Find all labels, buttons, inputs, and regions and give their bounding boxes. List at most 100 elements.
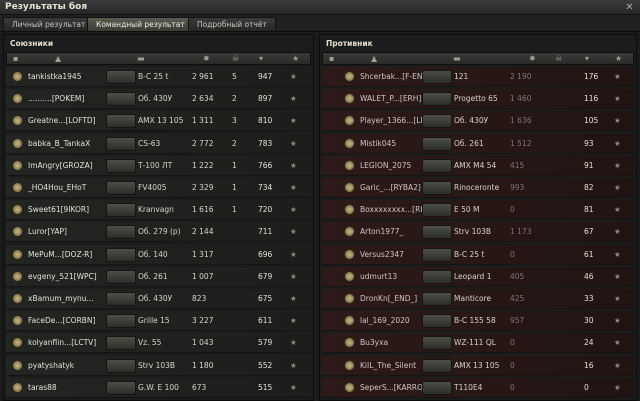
tank-name: В-С 25 t <box>138 72 169 81</box>
xp-value: 675 <box>258 294 273 303</box>
xp-sort-icon[interactable]: ▾ <box>259 54 263 63</box>
star-icon[interactable]: ★ <box>292 54 299 63</box>
tab-personal-result[interactable]: Личный результат <box>3 17 95 31</box>
enemies-row[interactable]: SeperS...[KARRO] T110E4 0 0 ★ <box>322 377 634 398</box>
enemies-row[interactable]: Bu3yxa WZ-111 QL 0 24 ★ <box>322 333 634 354</box>
xp-value: 105 <box>584 116 599 126</box>
player-name[interactable]: Bu3yxa <box>360 338 388 347</box>
allies-row[interactable]: xBamum_mynu... Об. 430У 823 675 ★ <box>6 289 311 309</box>
damage-value: 415 <box>510 160 525 170</box>
allies-row[interactable]: pyatyshatyk Strv 103B 1 180 552 ★ <box>6 355 311 376</box>
player-name[interactable]: MePuM...[DOZ-R] <box>28 250 92 259</box>
player-name[interactable]: Garic_...[RYBA2] <box>360 183 421 192</box>
allies-row[interactable]: kolyanflin...[LCTV] Vz. 55 1 043 579 ★ <box>6 333 311 354</box>
tank-thumbnail-icon <box>106 158 136 173</box>
player-name[interactable]: SeperS...[KARRO] <box>360 383 426 392</box>
kills-icon[interactable]: ☠ <box>555 54 562 63</box>
player-name[interactable]: WALET_P...[ERH] <box>360 94 421 103</box>
enemies-row[interactable]: KiIL_The_Silent AMX 13 105 0 16 ★ <box>322 355 634 376</box>
player-name[interactable]: lal_169_2020 <box>360 316 410 325</box>
star-icon: ★ <box>290 271 297 281</box>
star-icon: ★ <box>614 138 621 148</box>
tab-detailed-report[interactable]: Подробный отчёт <box>188 17 276 31</box>
allies-row[interactable]: babka_B_TankaX CS-63 2 772 2 783 ★ <box>6 133 311 154</box>
player-name[interactable]: FaceDe...[CORBN] <box>28 316 95 325</box>
enemies-row[interactable]: WALET_P...[ERH] Progetto 65 1 460 116 ★ <box>322 89 634 110</box>
tank-name: Grille 15 <box>138 316 170 326</box>
enemies-row[interactable]: Shcerbak...[F-EN] 121 2 190 176 ★ <box>322 67 634 87</box>
enemies-row[interactable]: Player_1366...[LICKY] Об. 430У 1 636 105 ★ <box>322 111 634 132</box>
player-name[interactable]: _HO4Hou_EHoT <box>28 183 86 192</box>
allies-row[interactable]: ..........[POKEM] Об. 430У 2 634 2 897 ★ <box>6 89 311 110</box>
player-name[interactable]: Sweet61[9IKOR] <box>28 205 89 214</box>
allies-row[interactable]: ImAngry[GROZA] Т-100 ЛТ 1 222 1 766 ★ <box>6 155 311 176</box>
player-badge-icon <box>344 337 355 349</box>
allies-row[interactable]: tankistka1945 В-С 25 t 2 961 5 947 ★ <box>6 67 311 87</box>
player-name[interactable]: evgeny_521[WPC] <box>28 272 97 281</box>
allies-row[interactable]: Luror[YAP] Об. 279 (р) 2 144 711 ★ <box>6 222 311 243</box>
kills-icon[interactable]: ☠ <box>232 54 239 63</box>
allies-row[interactable]: evgeny_521[WPC] Об. 261 1 007 679 ★ <box>6 266 311 287</box>
allies-row[interactable]: _HO4Hou_EHoT FV4005 2 329 1 734 ★ <box>6 178 311 198</box>
player-name[interactable]: ImAngry[GROZA] <box>28 161 93 170</box>
xp-value: 46 <box>584 271 594 281</box>
player-name[interactable]: tankistka1945 <box>28 72 81 81</box>
allies-row[interactable]: FaceDe...[CORBN] Grille 15 3 227 611 ★ <box>6 311 311 332</box>
player-name[interactable]: Versus2347 <box>360 250 404 259</box>
player-name[interactable]: kolyanflin...[LCTV] <box>28 338 96 347</box>
allies-row[interactable]: taras88 G.W. E 100 673 515 ★ <box>6 377 311 398</box>
player-icon[interactable]: ▲ <box>371 54 377 63</box>
damage-icon[interactable]: ✸ <box>529 54 536 63</box>
player-icon[interactable]: ▲ <box>55 54 61 63</box>
enemies-row[interactable]: DronKn[_END_] Manticore 425 33 ★ <box>322 289 634 309</box>
tank-thumbnail-icon <box>422 181 452 195</box>
xp-value: 783 <box>258 138 273 148</box>
player-name[interactable]: udmurt13 <box>360 272 397 281</box>
star-icon: ★ <box>614 271 621 281</box>
platoon-icon[interactable]: ▪ <box>13 54 18 63</box>
player-name[interactable]: babka_B_TankaX <box>28 139 90 148</box>
allies-row[interactable]: MePuM...[DOZ-R] Об. 140 1 317 696 ★ <box>6 244 311 265</box>
player-name[interactable]: Luror[YAP] <box>28 227 67 236</box>
player-name[interactable]: KiIL_The_Silent <box>360 361 416 370</box>
tank-icon[interactable]: ▬ <box>137 54 145 63</box>
xp-value: 61 <box>584 249 594 259</box>
player-name[interactable]: DronKn[_END_] <box>360 294 417 303</box>
enemies-row[interactable]: lal_169_2020 В-С 155 58 957 30 ★ <box>322 311 634 332</box>
damage-value: 1 636 <box>510 116 532 126</box>
xp-sort-icon[interactable]: ▾ <box>585 54 589 63</box>
enemies-row[interactable]: Versus2347 B-C 25 t 0 61 ★ <box>322 244 634 265</box>
star-icon: ★ <box>290 138 297 148</box>
allies-title: Союзники <box>10 39 54 48</box>
enemies-row[interactable]: LEGION_2075 AMX M4 54 415 91 ★ <box>322 155 634 176</box>
tank-thumbnail-icon <box>106 336 136 351</box>
tank-thumbnail-icon <box>422 203 452 218</box>
player-name[interactable]: taras88 <box>28 383 57 392</box>
enemies-row[interactable]: Arton1977_ Strv 103B 1 173 67 ★ <box>322 222 634 243</box>
player-name[interactable]: Mistik045 <box>360 139 396 148</box>
player-name[interactable]: xBamum_mynu... <box>28 294 94 303</box>
star-icon: ★ <box>614 249 621 259</box>
allies-row[interactable]: Sweet61[9IKOR] Kranvagn 1 616 1 720 ★ <box>6 200 311 221</box>
close-icon[interactable]: ✕ <box>624 2 635 13</box>
star-icon: ★ <box>614 183 621 192</box>
player-name[interactable]: Shcerbak...[F-EN] <box>360 72 425 81</box>
platoon-icon[interactable]: ▪ <box>329 54 334 63</box>
player-name[interactable]: ..........[POKEM] <box>28 94 84 103</box>
damage-icon[interactable]: ✸ <box>203 54 210 63</box>
xp-value: 24 <box>584 338 594 348</box>
enemies-row[interactable]: udmurt13 Leopard 1 405 46 ★ <box>322 266 634 287</box>
tab-team-result[interactable]: Командный результат <box>87 17 194 31</box>
player-badge-icon <box>12 359 23 371</box>
allies-row[interactable]: Greatne...[LOFTD] AMX 13 105 1 311 3 810 ★ <box>6 111 311 132</box>
player-name[interactable]: pyatyshatyk <box>28 361 74 370</box>
enemies-row[interactable]: Garic_...[RYBA2] Rinoceronte 993 82 ★ <box>322 178 634 198</box>
damage-value: 2 772 <box>192 138 214 148</box>
tank-icon[interactable]: ▬ <box>453 54 461 63</box>
player-name[interactable]: LEGION_2075 <box>360 161 411 170</box>
star-icon[interactable]: ★ <box>615 54 622 63</box>
player-name[interactable]: Arton1977_ <box>360 227 403 236</box>
enemies-row[interactable]: Boxxxxxxxx...[RICOM] E 50 M 0 81 ★ <box>322 200 634 221</box>
enemies-row[interactable]: Mistik045 Об. 261 1 512 93 ★ <box>322 133 634 154</box>
player-name[interactable]: Greatne...[LOFTD] <box>28 116 96 125</box>
